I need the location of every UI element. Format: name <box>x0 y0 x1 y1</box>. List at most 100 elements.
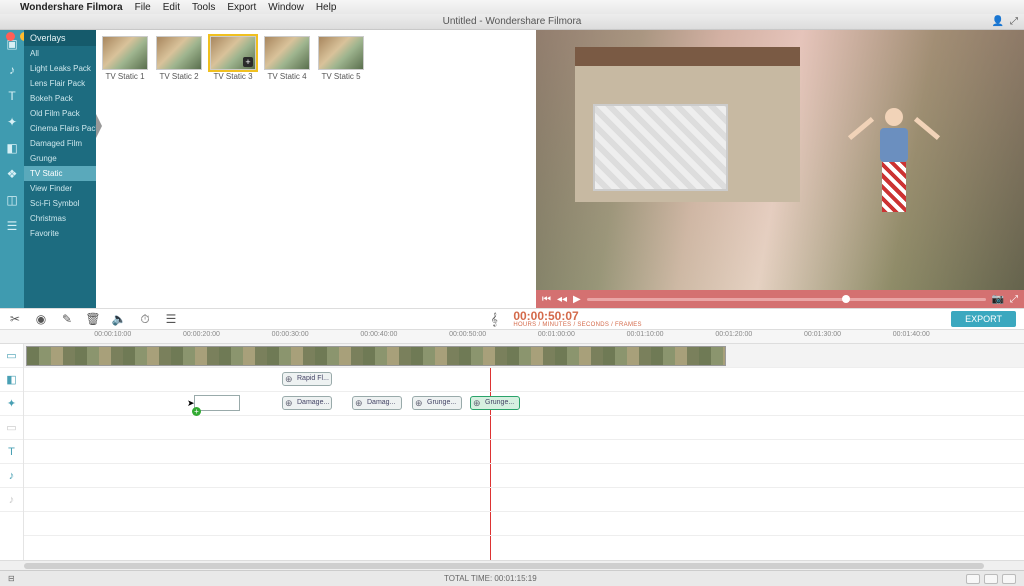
category-item[interactable]: All <box>24 46 96 61</box>
category-item[interactable]: Favorite <box>24 226 96 241</box>
audio-lane-1[interactable] <box>24 464 1024 488</box>
elements-icon[interactable]: ❖ <box>4 166 20 182</box>
speed-icon[interactable]: ⏱ <box>138 312 152 326</box>
preview-transport: ⏮ ◂◂ ▶ 📷 ⤢ <box>536 290 1024 308</box>
drag-ghost[interactable]: ➤ + <box>194 395 240 411</box>
app-name[interactable]: Wondershare Filmora <box>20 2 123 13</box>
asset-label: TV Static 1 <box>102 72 148 81</box>
category-item[interactable]: Grunge <box>24 151 96 166</box>
audio2-track-icon[interactable]: ♪ <box>0 488 23 512</box>
audio-toggle-icon[interactable]: 𝄞 <box>487 312 501 326</box>
asset-label: TV Static 2 <box>156 72 202 81</box>
text-track-icon[interactable]: T <box>0 440 23 464</box>
crop-icon[interactable]: ✂ <box>8 312 22 326</box>
category-item[interactable]: View Finder <box>24 181 96 196</box>
menu-tools[interactable]: Tools <box>192 2 215 13</box>
text-lane[interactable] <box>24 440 1024 464</box>
preview-pane: ⏮ ◂◂ ▶ 📷 ⤢ <box>536 30 1024 308</box>
video-lane[interactable]: GOP86982 <box>24 344 1024 368</box>
effect-clip[interactable]: Damag... <box>352 396 402 410</box>
video-clip[interactable] <box>26 346 726 366</box>
music-icon[interactable]: ♪ <box>4 62 20 78</box>
empty-track-icon[interactable]: ▭ <box>0 416 23 440</box>
audio-lane-2[interactable] <box>24 488 1024 512</box>
mac-menubar: Wondershare Filmora File Edit Tools Expo… <box>0 0 1024 14</box>
asset-thumbnail[interactable]: + TV Static 3 <box>210 36 256 81</box>
volume-icon[interactable]: 🔈 <box>112 312 126 326</box>
menu-window[interactable]: Window <box>268 2 304 13</box>
category-item[interactable]: Light Leaks Pack <box>24 61 96 76</box>
filter-track-icon[interactable]: ✦ <box>0 392 23 416</box>
goto-start-icon[interactable]: ⏮ <box>542 294 551 305</box>
camera-icon[interactable]: ◉ <box>34 312 48 326</box>
account-icon[interactable]: 👤 <box>992 14 1004 30</box>
close-window-button[interactable] <box>6 32 15 41</box>
category-header: Overlays <box>24 30 96 46</box>
add-asset-icon[interactable]: + <box>243 57 253 67</box>
category-item[interactable]: Christmas <box>24 211 96 226</box>
text-icon[interactable]: T <box>4 88 20 104</box>
timeline-toolbar: ✂ ◉ ✎ 🗑 🔈 ⏱ ☰ 𝄞 00:00:50:07 HOURS / MINU… <box>0 308 1024 330</box>
video-track-icon[interactable]: ▭ <box>0 344 23 368</box>
asset-thumbnail[interactable]: TV Static 5 <box>318 36 364 81</box>
audio-track-icon[interactable]: ♪ <box>0 464 23 488</box>
preview-frame <box>536 30 1024 290</box>
category-item[interactable]: Sci-Fi Symbol <box>24 196 96 211</box>
effect-clip[interactable]: Damage... <box>282 396 332 410</box>
asset-label: TV Static 5 <box>318 72 364 81</box>
zoom-out-button[interactable] <box>966 574 980 584</box>
add-indicator-icon: + <box>192 407 201 416</box>
timeline-ruler[interactable]: 00:00:10:0000:00:20:0000:00:30:0000:00:4… <box>0 330 1024 344</box>
empty-lane-2[interactable] <box>24 512 1024 536</box>
asset-thumbnail[interactable]: TV Static 2 <box>156 36 202 81</box>
color-icon[interactable]: ✎ <box>60 312 74 326</box>
split-icon[interactable]: ◫ <box>4 192 20 208</box>
timeline-scrollbar[interactable] <box>0 560 1024 570</box>
asset-thumbnail[interactable]: TV Static 1 <box>102 36 148 81</box>
step-back-icon[interactable]: ◂◂ <box>557 294 567 305</box>
document-title: Untitled - Wondershare Filmora <box>443 16 582 27</box>
asset-label: TV Static 3 <box>210 72 256 81</box>
ruler-tick: 00:01:10:00 <box>627 331 664 338</box>
export-icon[interactable]: ☰ <box>4 218 20 234</box>
fx-lane-1[interactable]: Rapid Fl... <box>24 368 1024 392</box>
zoom-fit-button[interactable] <box>984 574 998 584</box>
export-button[interactable]: EXPORT <box>951 311 1016 327</box>
menu-help[interactable]: Help <box>316 2 337 13</box>
settings-icon[interactable]: ☰ <box>164 312 178 326</box>
category-item[interactable]: Old Film Pack <box>24 106 96 121</box>
ruler-tick: 00:00:50:00 <box>449 331 486 338</box>
menu-edit[interactable]: Edit <box>163 2 180 13</box>
effect-clip[interactable]: Grunge... <box>412 396 462 410</box>
timeline-tracks[interactable]: GOP86982 Rapid Fl... ➤ + Damage... Damag.… <box>24 344 1024 560</box>
category-item[interactable]: Cinema Flairs Pack <box>24 121 96 136</box>
trash-icon[interactable]: 🗑 <box>86 312 100 326</box>
menu-file[interactable]: File <box>135 2 151 13</box>
empty-lane-1[interactable] <box>24 416 1024 440</box>
window-titlebar: Untitled - Wondershare Filmora 👤 ⤢ <box>0 14 1024 30</box>
category-item[interactable]: Lens Flair Pack <box>24 76 96 91</box>
preview-subject <box>868 108 920 226</box>
pip-track-icon[interactable]: ◧ <box>0 368 23 392</box>
preview-fullscreen-icon[interactable]: ⤢ <box>1010 294 1018 305</box>
play-icon[interactable]: ▶ <box>573 294 581 305</box>
effect-clip[interactable]: Grunge... <box>470 396 520 410</box>
fullscreen-icon[interactable]: ⤢ <box>1010 14 1018 30</box>
ruler-tick: 00:00:40:00 <box>360 331 397 338</box>
fx-lane-2[interactable]: ➤ + Damage... Damag... Grunge... Grunge... <box>24 392 1024 416</box>
overlay-icon[interactable]: ◧ <box>4 140 20 156</box>
menu-export[interactable]: Export <box>227 2 256 13</box>
snapshot-icon[interactable]: 📷 <box>992 294 1004 305</box>
wand-icon[interactable]: ✦ <box>4 114 20 130</box>
ruler-tick: 00:01:00:00 <box>538 331 575 338</box>
category-item[interactable]: Bokeh Pack <box>24 91 96 106</box>
category-item[interactable]: Damaged Film <box>24 136 96 151</box>
status-menu-icon[interactable]: ⊟ <box>8 574 15 583</box>
effect-clip[interactable]: Rapid Fl... <box>282 372 332 386</box>
ruler-tick: 00:00:20:00 <box>183 331 220 338</box>
preview-scrubber[interactable] <box>587 298 986 301</box>
asset-thumbnail[interactable]: TV Static 4 <box>264 36 310 81</box>
category-item[interactable]: TV Static <box>24 166 96 181</box>
preview-scene <box>575 66 799 201</box>
zoom-in-button[interactable] <box>1002 574 1016 584</box>
